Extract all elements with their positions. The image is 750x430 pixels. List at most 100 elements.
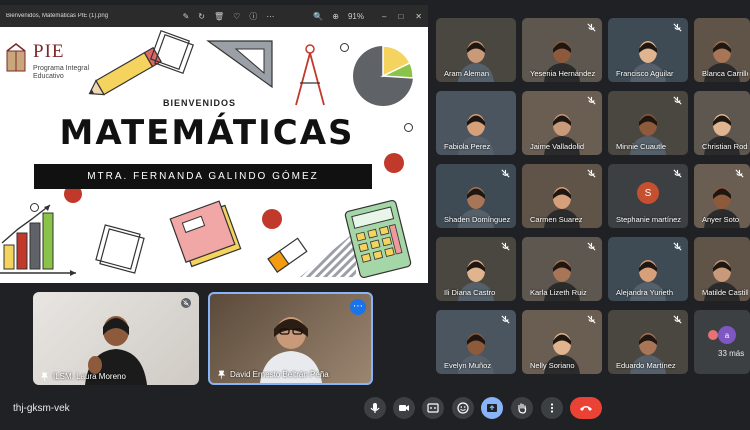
participant-tile[interactable]: Fabiola Perez (436, 91, 516, 155)
more-options-button[interactable]: ⋯ (350, 299, 366, 315)
hand-icon (518, 403, 527, 414)
compass-illustration (295, 44, 325, 106)
participant-name-label: Karla Lizeth Ruiz (530, 288, 587, 297)
participant-tile[interactable]: Blanca Carrillo (694, 18, 750, 82)
participant-name-label: Nelly Soriano (530, 361, 575, 370)
more-options-icon[interactable]: ⋯ (266, 12, 274, 21)
rotate-icon[interactable]: ↻ (198, 12, 205, 21)
mic-off-icon (587, 169, 596, 178)
pin-icon[interactable] (41, 372, 48, 381)
participant-name-label: Stephanie martínez (616, 215, 682, 224)
participant-tile[interactable]: Eduardo Martínez (608, 310, 688, 374)
mic-off-icon (673, 23, 682, 32)
participant-tile[interactable]: Karla Lizeth Ruiz (522, 237, 602, 301)
emoji-reaction-button[interactable] (452, 397, 474, 419)
info-icon[interactable]: ⓘ (249, 11, 257, 22)
raise-hand-button[interactable] (511, 397, 533, 419)
participant-tile[interactable]: Matilde Castillo (694, 237, 750, 301)
participant-tile[interactable]: Francisco Aguilar (608, 18, 688, 82)
pin-icon[interactable] (218, 370, 225, 379)
participant-tile[interactable]: S Stephanie martínez (608, 164, 688, 228)
image-viewer-toolbar: Bienvenidos, Matemáticas PIE (1).png ✎ ↻… (0, 5, 428, 27)
more-vertical-icon (550, 403, 554, 413)
participant-name-label: Eduardo Martínez (616, 361, 676, 370)
participant-tile[interactable]: Christian Rodríguez (694, 91, 750, 155)
close-icon[interactable]: ✕ (415, 12, 422, 21)
smiley-icon (457, 402, 469, 414)
mic-off-icon (673, 96, 682, 105)
participant-tile[interactable]: Ili Diana Castro (436, 237, 516, 301)
more-participants-avatar-2 (708, 330, 718, 340)
microphone-icon (370, 403, 380, 413)
pie-logo-subtitle-2: Educativo (33, 73, 64, 80)
mic-off-icon (587, 315, 596, 324)
ring-decoration (340, 43, 349, 52)
more-participants-avatar: a (718, 326, 736, 344)
participant-name-label: Yesenia Hernández (530, 69, 596, 78)
zoom-in-icon[interactable]: ⊕ (332, 12, 339, 21)
mic-off-icon (501, 169, 510, 178)
participant-tile[interactable]: Anyer Soto (694, 164, 750, 228)
participant-name-label: Alejandra Yurieth (616, 288, 673, 297)
participant-name-label: Shaden Domínguez (444, 215, 511, 224)
participant-tile[interactable]: Evelyn Muñoz (436, 310, 516, 374)
slide-teacher-name: MTRA. FERNANDA GALINDO GÓMEZ (87, 171, 319, 182)
slide-image: PIE Programa Integral Educativo BIENVENI… (0, 27, 428, 283)
present-screen-icon (487, 404, 497, 412)
zoom-out-icon[interactable]: 🔍 (313, 12, 323, 21)
more-options-button[interactable] (541, 397, 563, 419)
delete-icon[interactable]: 🗑 (214, 12, 224, 21)
participant-name-label: Aram Aleman (444, 69, 490, 78)
participant-name-label: Fabiola Perez (444, 142, 491, 151)
viewer-filename: Bienvenidos, Matemáticas PIE (1).png (6, 13, 109, 19)
minimize-icon[interactable]: – (382, 12, 386, 21)
participant-tile[interactable]: Carmen Suarez (522, 164, 602, 228)
captions-button[interactable] (422, 397, 444, 419)
participant-name-label: David Ernesto Beltrán Peña (218, 370, 329, 379)
captions-icon (427, 403, 439, 413)
slide-title: MATEMÁTICAS (59, 113, 355, 153)
meeting-controls-bar: thj-gksm-vek (0, 390, 750, 430)
pie-chart-illustration (353, 45, 414, 106)
square-outline-decoration (95, 224, 145, 274)
participant-tile[interactable]: Nelly Soriano (522, 310, 602, 374)
more-participants-count: 33 más (718, 349, 745, 358)
set-square-illustration (206, 40, 273, 89)
pie-logo-subtitle-1: Programa Integral (33, 65, 90, 72)
participant-tile[interactable]: Jaime Valladolid (522, 91, 602, 155)
meeting-code: thj-gksm-vek (13, 403, 70, 414)
calculator-illustration (344, 199, 412, 279)
present-screen-button[interactable] (481, 397, 503, 419)
participant-name-label: Ili Diana Castro (444, 288, 496, 297)
participant-tile[interactable]: Minnie Cuautle (608, 91, 688, 155)
maximize-icon[interactable]: □ (398, 12, 403, 21)
camera-button[interactable] (393, 397, 415, 419)
end-call-button[interactable] (570, 397, 602, 419)
more-participants-tile[interactable]: a 33 más (694, 310, 750, 374)
participant-tile[interactable]: Aram Aleman (436, 18, 516, 82)
microphone-button[interactable] (364, 397, 386, 419)
participant-name-label: Christian Rodríguez (702, 142, 748, 151)
participant-tile[interactable]: Alejandra Yurieth (608, 237, 688, 301)
participant-tile-interpreter[interactable]: ILSM. Laura Moreno (33, 292, 199, 385)
participant-name-label: Blanca Carrillo (702, 69, 748, 78)
participant-tile[interactable]: Shaden Domínguez (436, 164, 516, 228)
participant-name-label: Evelyn Muñoz (444, 361, 492, 370)
participant-name-label: ILSM. Laura Moreno (41, 372, 126, 381)
mic-off-icon (501, 315, 510, 324)
square-outline-decoration (150, 30, 194, 74)
mic-off-icon (587, 242, 596, 251)
participant-name-label: Minnie Cuautle (616, 142, 667, 151)
bar-chart-illustration (0, 204, 76, 276)
participant-tile[interactable]: Yesenia Hernández (522, 18, 602, 82)
pie-logo-title: PIE (33, 41, 65, 62)
ring-decoration (404, 123, 413, 132)
pie-logo-icon (6, 43, 26, 72)
zoom-level: 91% (347, 11, 364, 21)
mic-off-icon (673, 169, 682, 178)
participant-tile-david[interactable]: ⋯ David Ernesto Beltrán Peña (208, 292, 373, 385)
favorite-icon[interactable]: ♡ (233, 12, 240, 21)
phone-hangup-icon (580, 406, 592, 411)
edit-icon[interactable]: ✎ (183, 12, 190, 21)
mic-off-icon (501, 242, 510, 251)
